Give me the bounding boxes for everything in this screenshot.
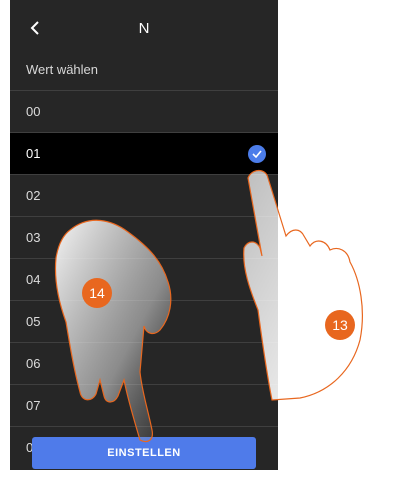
list-item[interactable]: 06	[10, 342, 278, 384]
device-screen: N Wert wählen 00 01 02 03 04 05 06 07 EI…	[10, 0, 278, 470]
list-item-label: 07	[26, 398, 41, 413]
subtitle: Wert wählen	[26, 62, 99, 77]
list-item[interactable]: 03	[10, 216, 278, 258]
list-item-label: 03	[26, 230, 41, 245]
check-icon	[248, 145, 266, 163]
list-item-label: 01	[26, 146, 41, 161]
list-item[interactable]: 07	[10, 384, 278, 426]
list-item[interactable]: 00	[10, 90, 278, 132]
value-list: 00 01 02 03 04 05 06 07 08	[10, 90, 278, 468]
list-item-label: 04	[26, 272, 41, 287]
list-item-selected[interactable]: 01	[10, 132, 278, 174]
back-button[interactable]	[24, 17, 46, 39]
list-item[interactable]: 05	[10, 300, 278, 342]
list-item-label: 00	[26, 104, 41, 119]
step-badge-13: 13	[325, 310, 355, 340]
set-button[interactable]: EINSTELLEN	[32, 437, 256, 469]
list-item-label: 05	[26, 314, 41, 329]
page-title: N	[138, 19, 150, 37]
list-item-label: 06	[26, 356, 41, 371]
list-item[interactable]: 02	[10, 174, 278, 216]
list-item[interactable]: 04	[10, 258, 278, 300]
header: N	[10, 0, 278, 56]
chevron-left-icon	[30, 21, 39, 35]
step-badge-14: 14	[82, 278, 112, 308]
list-item-label: 02	[26, 188, 41, 203]
